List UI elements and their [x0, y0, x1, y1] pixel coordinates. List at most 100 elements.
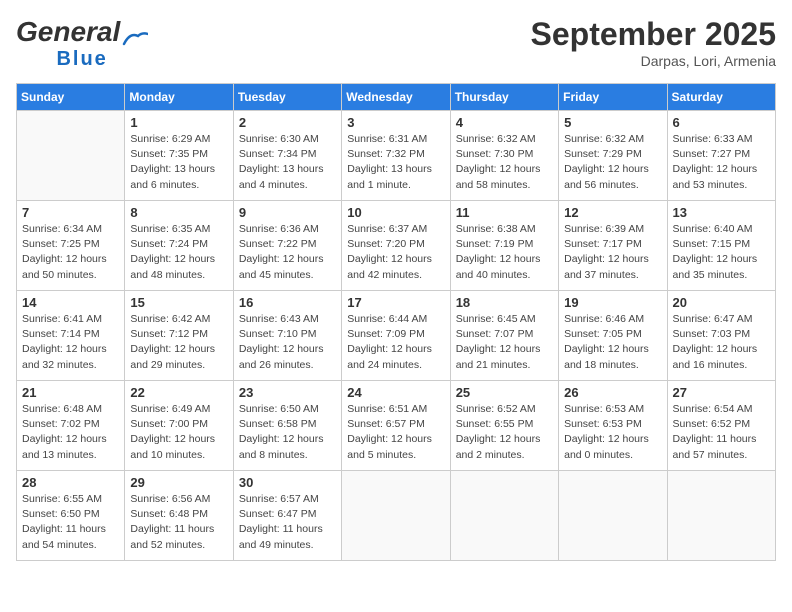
- day-info: Sunrise: 6:42 AMSunset: 7:12 PMDaylight:…: [130, 312, 227, 373]
- logo: General Blue: [16, 16, 148, 71]
- calendar-week-row: 28 Sunrise: 6:55 AMSunset: 6:50 PMDayligh…: [17, 471, 776, 561]
- day-header-monday: Monday: [125, 84, 233, 111]
- day-info: Sunrise: 6:31 AMSunset: 7:32 PMDaylight:…: [347, 132, 444, 193]
- day-info: Sunrise: 6:32 AMSunset: 7:30 PMDaylight:…: [456, 132, 553, 193]
- calendar-cell: 10 Sunrise: 6:37 AMSunset: 7:20 PMDayligh…: [342, 201, 450, 291]
- day-info: Sunrise: 6:55 AMSunset: 6:50 PMDaylight:…: [22, 492, 119, 553]
- calendar-cell: 13 Sunrise: 6:40 AMSunset: 7:15 PMDayligh…: [667, 201, 775, 291]
- day-number: 27: [673, 385, 770, 400]
- day-number: 12: [564, 205, 661, 220]
- day-number: 10: [347, 205, 444, 220]
- day-info: Sunrise: 6:53 AMSunset: 6:53 PMDaylight:…: [564, 402, 661, 463]
- day-info: Sunrise: 6:45 AMSunset: 7:07 PMDaylight:…: [456, 312, 553, 373]
- calendar-cell: 4 Sunrise: 6:32 AMSunset: 7:30 PMDaylight…: [450, 111, 558, 201]
- calendar-cell: [450, 471, 558, 561]
- day-number: 23: [239, 385, 336, 400]
- day-info: Sunrise: 6:56 AMSunset: 6:48 PMDaylight:…: [130, 492, 227, 553]
- day-info: Sunrise: 6:51 AMSunset: 6:57 PMDaylight:…: [347, 402, 444, 463]
- day-number: 6: [673, 115, 770, 130]
- calendar-cell: 29 Sunrise: 6:56 AMSunset: 6:48 PMDayligh…: [125, 471, 233, 561]
- calendar-cell: [17, 111, 125, 201]
- day-number: 17: [347, 295, 444, 310]
- day-number: 26: [564, 385, 661, 400]
- calendar-cell: 5 Sunrise: 6:32 AMSunset: 7:29 PMDaylight…: [559, 111, 667, 201]
- location-subtitle: Darpas, Lori, Armenia: [531, 53, 776, 69]
- day-header-friday: Friday: [559, 84, 667, 111]
- calendar-cell: 25Sunrise: 6:52 AMSunset: 6:55 PMDayligh…: [450, 381, 558, 471]
- calendar-cell: 14 Sunrise: 6:41 AMSunset: 7:14 PMDayligh…: [17, 291, 125, 381]
- day-number: 5: [564, 115, 661, 130]
- day-info: Sunrise: 6:48 AMSunset: 7:02 PMDaylight:…: [22, 402, 119, 463]
- day-number: 20: [673, 295, 770, 310]
- calendar-cell: 23 Sunrise: 6:50 AMSunset: 6:58 PMDayligh…: [233, 381, 341, 471]
- calendar-cell: 18 Sunrise: 6:45 AMSunset: 7:07 PMDayligh…: [450, 291, 558, 381]
- calendar-cell: 3 Sunrise: 6:31 AMSunset: 7:32 PMDaylight…: [342, 111, 450, 201]
- calendar-week-row: 1 Sunrise: 6:29 AMSunset: 7:35 PMDaylight…: [17, 111, 776, 201]
- day-info: Sunrise: 6:38 AMSunset: 7:19 PMDaylight:…: [456, 222, 553, 283]
- day-info: Sunrise: 6:50 AMSunset: 6:58 PMDaylight:…: [239, 402, 336, 463]
- calendar-cell: 11 Sunrise: 6:38 AMSunset: 7:19 PMDayligh…: [450, 201, 558, 291]
- day-info: Sunrise: 6:40 AMSunset: 7:15 PMDaylight:…: [673, 222, 770, 283]
- day-info: Sunrise: 6:37 AMSunset: 7:20 PMDaylight:…: [347, 222, 444, 283]
- day-number: 15: [130, 295, 227, 310]
- calendar-week-row: 21 Sunrise: 6:48 AMSunset: 7:02 PMDayligh…: [17, 381, 776, 471]
- day-number: 4: [456, 115, 553, 130]
- day-info: Sunrise: 6:29 AMSunset: 7:35 PMDaylight:…: [130, 132, 227, 193]
- logo-bird-icon: [120, 30, 148, 48]
- day-number: 19: [564, 295, 661, 310]
- day-info: Sunrise: 6:36 AMSunset: 7:22 PMDaylight:…: [239, 222, 336, 283]
- calendar-cell: 26 Sunrise: 6:53 AMSunset: 6:53 PMDayligh…: [559, 381, 667, 471]
- logo-general: General: [16, 16, 120, 48]
- day-number: 24: [347, 385, 444, 400]
- calendar-cell: 20 Sunrise: 6:47 AMSunset: 7:03 PMDayligh…: [667, 291, 775, 381]
- day-number: 13: [673, 205, 770, 220]
- day-number: 8: [130, 205, 227, 220]
- calendar-cell: 22 Sunrise: 6:49 AMSunset: 7:00 PMDayligh…: [125, 381, 233, 471]
- day-header-sunday: Sunday: [17, 84, 125, 111]
- day-number: 22: [130, 385, 227, 400]
- day-header-saturday: Saturday: [667, 84, 775, 111]
- calendar-cell: 21 Sunrise: 6:48 AMSunset: 7:02 PMDayligh…: [17, 381, 125, 471]
- logo-blue: Blue: [56, 48, 107, 70]
- day-info: Sunrise: 6:49 AMSunset: 7:00 PMDaylight:…: [130, 402, 227, 463]
- calendar-cell: 12 Sunrise: 6:39 AMSunset: 7:17 PMDayligh…: [559, 201, 667, 291]
- day-header-wednesday: Wednesday: [342, 84, 450, 111]
- calendar-header-row: SundayMondayTuesdayWednesdayThursdayFrid…: [17, 84, 776, 111]
- calendar-cell: 27Sunrise: 6:54 AMSunset: 6:52 PMDayligh…: [667, 381, 775, 471]
- calendar-table: SundayMondayTuesdayWednesdayThursdayFrid…: [16, 83, 776, 561]
- calendar-cell: 2Sunrise: 6:30 AMSunset: 7:34 PMDaylight…: [233, 111, 341, 201]
- calendar-cell: 24 Sunrise: 6:51 AMSunset: 6:57 PMDayligh…: [342, 381, 450, 471]
- day-number: 21: [22, 385, 119, 400]
- calendar-cell: [667, 471, 775, 561]
- month-title: September 2025: [531, 16, 776, 53]
- calendar-cell: 15 Sunrise: 6:42 AMSunset: 7:12 PMDayligh…: [125, 291, 233, 381]
- day-info: Sunrise: 6:44 AMSunset: 7:09 PMDaylight:…: [347, 312, 444, 373]
- calendar-cell: 17 Sunrise: 6:44 AMSunset: 7:09 PMDayligh…: [342, 291, 450, 381]
- day-info: Sunrise: 6:32 AMSunset: 7:29 PMDaylight:…: [564, 132, 661, 193]
- calendar-cell: 8 Sunrise: 6:35 AMSunset: 7:24 PMDaylight…: [125, 201, 233, 291]
- day-number: 7: [22, 205, 119, 220]
- day-info: Sunrise: 6:52 AMSunset: 6:55 PMDaylight:…: [456, 402, 553, 463]
- day-info: Sunrise: 6:39 AMSunset: 7:17 PMDaylight:…: [564, 222, 661, 283]
- calendar-cell: 7 Sunrise: 6:34 AMSunset: 7:25 PMDaylight…: [17, 201, 125, 291]
- day-number: 29: [130, 475, 227, 490]
- title-block: September 2025 Darpas, Lori, Armenia: [531, 16, 776, 69]
- day-info: Sunrise: 6:47 AMSunset: 7:03 PMDaylight:…: [673, 312, 770, 373]
- day-info: Sunrise: 6:34 AMSunset: 7:25 PMDaylight:…: [22, 222, 119, 283]
- calendar-cell: [559, 471, 667, 561]
- day-info: Sunrise: 6:57 AMSunset: 6:47 PMDaylight:…: [239, 492, 336, 553]
- day-info: Sunrise: 6:33 AMSunset: 7:27 PMDaylight:…: [673, 132, 770, 193]
- day-info: Sunrise: 6:41 AMSunset: 7:14 PMDaylight:…: [22, 312, 119, 373]
- calendar-cell: 16Sunrise: 6:43 AMSunset: 7:10 PMDayligh…: [233, 291, 341, 381]
- day-number: 11: [456, 205, 553, 220]
- day-number: 9: [239, 205, 336, 220]
- day-number: 14: [22, 295, 119, 310]
- day-info: Sunrise: 6:35 AMSunset: 7:24 PMDaylight:…: [130, 222, 227, 283]
- calendar-cell: 19Sunrise: 6:46 AMSunset: 7:05 PMDayligh…: [559, 291, 667, 381]
- day-header-thursday: Thursday: [450, 84, 558, 111]
- day-number: 18: [456, 295, 553, 310]
- logo-image: General Blue: [16, 16, 148, 71]
- day-number: 3: [347, 115, 444, 130]
- day-number: 28: [22, 475, 119, 490]
- day-number: 1: [130, 115, 227, 130]
